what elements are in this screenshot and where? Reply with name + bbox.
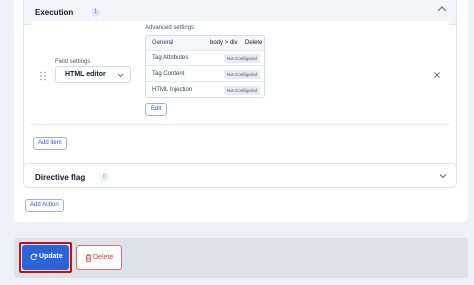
trash-icon xyxy=(85,254,92,262)
directive-flag-panel[interactable]: Directive flag 0 xyxy=(23,163,457,188)
delete-label: Delete xyxy=(93,254,114,261)
table-row[interactable]: HTML Injection Not Configured xyxy=(146,83,264,97)
delete-button[interactable]: Delete xyxy=(76,245,122,270)
chevron-up-icon[interactable] xyxy=(436,4,448,14)
advanced-settings-header-row: General body > div Delete xyxy=(146,36,264,51)
selector-value: body > div xyxy=(210,40,238,46)
execution-panel: Execution 1 Field settings HTML editor A… xyxy=(23,0,457,188)
status-badge: Not Configured xyxy=(223,70,260,79)
advanced-settings-table: General body > div Delete Tag Attributes… xyxy=(145,35,265,98)
update-label: Update xyxy=(39,253,63,260)
edit-button[interactable]: Edit xyxy=(145,103,168,116)
status-badge: Not Configured xyxy=(223,86,260,95)
close-icon[interactable] xyxy=(433,71,441,79)
field-type-value: HTML editor xyxy=(65,71,106,78)
delete-link[interactable]: Delete xyxy=(245,40,262,46)
execution-title: Execution xyxy=(35,8,74,17)
chevron-down-icon xyxy=(117,73,124,78)
general-label: General xyxy=(152,40,174,46)
field-settings-label: Field settings xyxy=(55,59,91,65)
row-name: Tag Content xyxy=(152,71,185,77)
execution-count-badge: 1 xyxy=(91,8,100,17)
add-action-button[interactable]: Add Action xyxy=(25,199,64,212)
execution-item-row: Field settings HTML editor Advanced sett… xyxy=(31,21,449,125)
status-badge: Not Configured xyxy=(223,54,260,63)
chevron-down-icon[interactable] xyxy=(438,172,448,180)
drag-handle-icon[interactable] xyxy=(39,71,47,81)
directive-flag-title: Directive flag xyxy=(35,173,86,182)
refresh-icon xyxy=(30,253,38,261)
directive-count-badge: 0 xyxy=(100,173,109,182)
row-name: Tag Attributes xyxy=(152,55,189,61)
table-row[interactable]: Tag Attributes Not Configured xyxy=(146,51,264,66)
field-type-select[interactable]: HTML editor xyxy=(55,66,131,83)
add-item-button[interactable]: Add item xyxy=(33,137,67,150)
advanced-settings-label: Advanced settings xyxy=(145,25,195,31)
table-row[interactable]: Tag Content Not Configured xyxy=(146,67,264,82)
row-name: HTML Injection xyxy=(152,87,193,93)
update-button[interactable]: Update xyxy=(22,245,69,270)
